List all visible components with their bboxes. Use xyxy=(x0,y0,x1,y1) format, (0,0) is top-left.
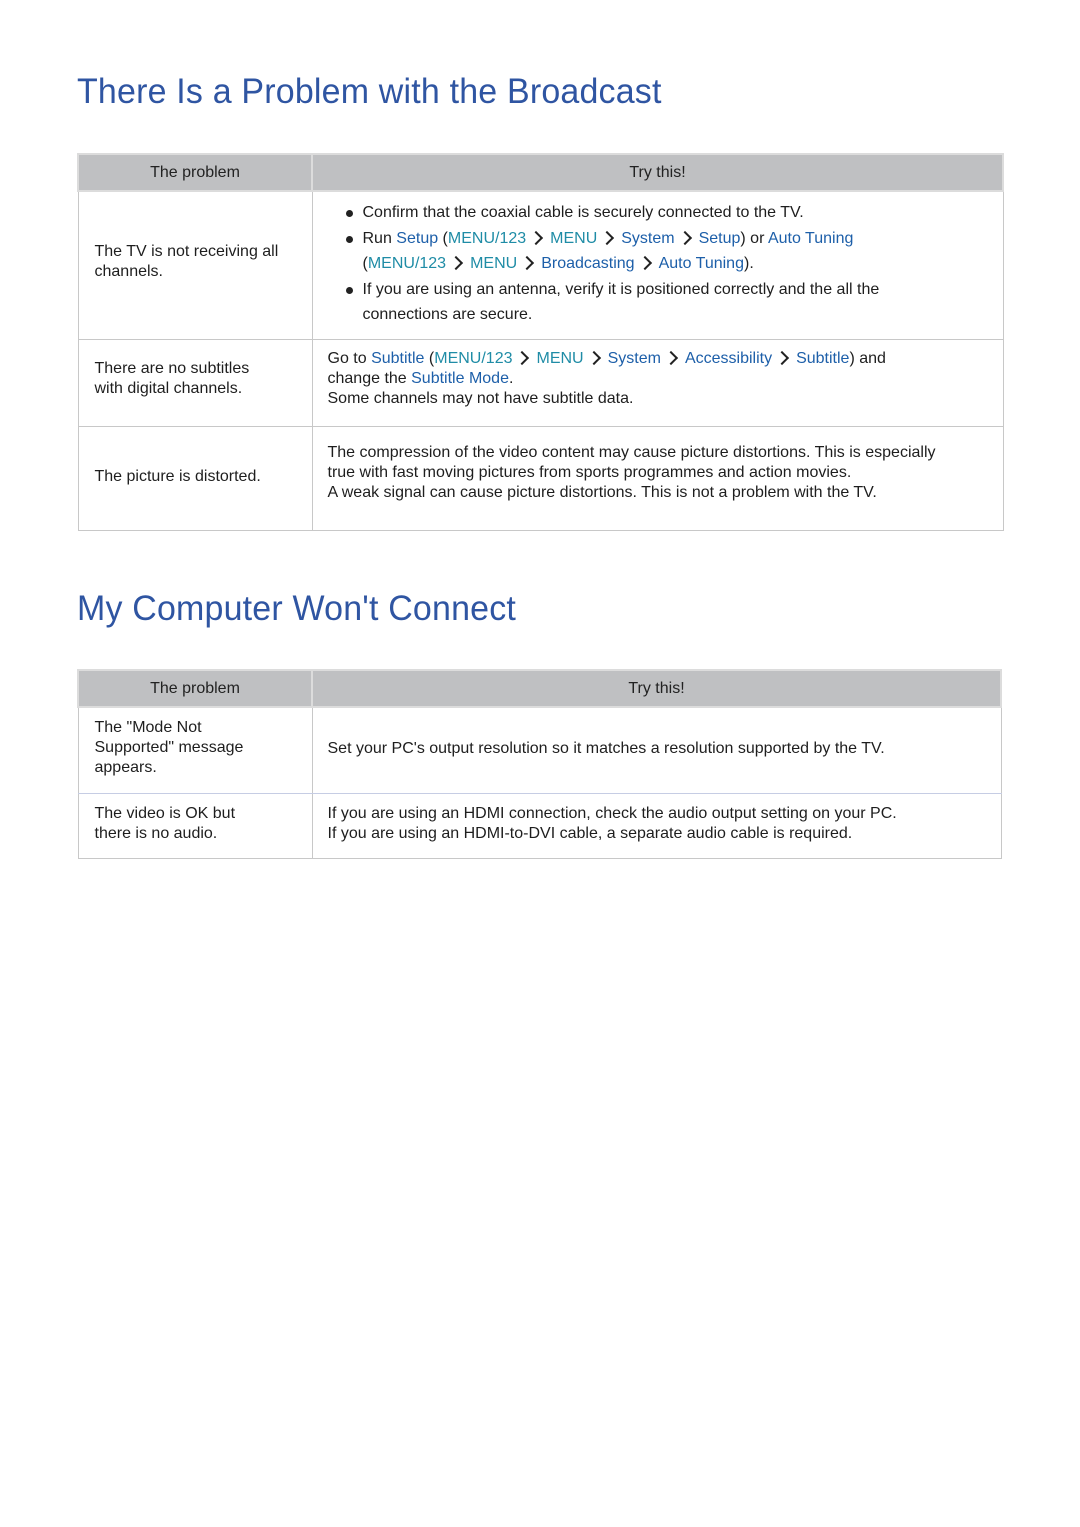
link-menu-123[interactable]: MENU/123 xyxy=(448,230,526,247)
link-menu[interactable]: MENU xyxy=(550,230,597,247)
text: Run xyxy=(362,229,397,247)
solution-text: The compression of the video content may… xyxy=(327,444,936,481)
link-broadcasting[interactable]: Broadcasting xyxy=(541,255,634,272)
text: ). xyxy=(743,255,754,272)
solution-text: Some channels may not have subtitle data… xyxy=(327,389,634,407)
link-menu[interactable]: MENU xyxy=(536,350,583,367)
link-subtitle[interactable]: Subtitle xyxy=(796,350,849,367)
link-auto-tuning[interactable]: Auto Tuning xyxy=(659,255,744,272)
text: . xyxy=(508,369,514,387)
table-row: The "Mode Not Supported" message appears… xyxy=(77,706,1002,794)
link-setup[interactable]: Setup xyxy=(699,230,741,247)
section-title-broadcast: There Is a Problem with the Broadcast xyxy=(77,72,662,111)
link-setup[interactable]: Setup xyxy=(396,230,438,247)
solution-cell: Confirm that the coaxial cable is secure… xyxy=(311,190,1004,340)
list-item: Confirm that the coaxial cable is secure… xyxy=(338,200,989,226)
solution-list: Confirm that the coaxial cable is secure… xyxy=(338,200,989,328)
link-auto-tuning[interactable]: Auto Tuning xyxy=(768,230,853,247)
header-try-this: Try this! xyxy=(311,669,1002,708)
text: ) or xyxy=(740,229,768,247)
problem-cell: There are no subtitles with digital chan… xyxy=(77,338,313,427)
problem-cell: The "Mode Not Supported" message appears… xyxy=(77,706,313,794)
chevron-right-icon xyxy=(449,256,464,271)
problem-cell: The video is OK but there is no audio. xyxy=(77,792,313,859)
chevron-right-icon xyxy=(515,350,530,365)
link-subtitle[interactable]: Subtitle xyxy=(371,350,424,367)
computer-troubleshooting-table: The problem Try this! The "Mode Not Supp… xyxy=(77,669,1002,859)
problem-cell: The picture is distorted. xyxy=(77,425,313,531)
solution-text: If you are using an HDMI-to-DVI cable, a… xyxy=(327,824,853,842)
chevron-right-icon xyxy=(663,350,679,365)
link-accessibility[interactable]: Accessibility xyxy=(685,350,772,367)
link-system[interactable]: System xyxy=(608,350,661,367)
table-row: The video is OK but there is no audio. I… xyxy=(77,792,1002,859)
chevron-right-icon xyxy=(586,350,601,365)
text: ( xyxy=(424,349,435,367)
chevron-right-icon xyxy=(677,230,692,245)
chevron-right-icon xyxy=(529,230,544,245)
solution-text: If you are using an HDMI connection, che… xyxy=(327,804,897,822)
header-try-this: Try this! xyxy=(311,153,1004,192)
table-row: The TV is not receiving all channels. Co… xyxy=(77,190,1004,340)
list-item: If you are using an antenna, verify it i… xyxy=(338,277,989,328)
solution-cell: Set your PC's output resolution so it ma… xyxy=(311,706,1002,794)
link-subtitle-mode[interactable]: Subtitle Mode xyxy=(411,370,509,387)
section-title-computer: My Computer Won't Connect xyxy=(77,589,517,628)
link-menu-123[interactable]: MENU/123 xyxy=(434,350,512,367)
solution-text: A weak signal can cause picture distorti… xyxy=(327,484,877,501)
list-item: Run Setup (MENU/123 MENU System Setup) or A… xyxy=(338,226,989,277)
chevron-right-icon xyxy=(520,256,535,271)
table-header-row: The problem Try this! xyxy=(77,669,1002,708)
header-problem: The problem xyxy=(77,153,313,192)
chevron-right-icon xyxy=(600,230,615,245)
link-menu-123[interactable]: MENU/123 xyxy=(368,255,446,272)
text: Go to xyxy=(327,349,372,367)
table-row: The picture is distorted. The compressio… xyxy=(77,425,1004,531)
text: change the xyxy=(327,369,412,387)
solution-text: Go to Subtitle (MENU/123 MENU System Access… xyxy=(328,349,989,389)
header-problem: The problem xyxy=(77,669,313,708)
link-system[interactable]: System xyxy=(621,230,674,247)
chevron-right-icon xyxy=(775,350,790,365)
solution-cell: The compression of the video content may… xyxy=(311,425,1004,531)
solution-cell: If you are using an HDMI connection, che… xyxy=(311,792,1002,859)
table-row: There are no subtitles with digital chan… xyxy=(77,338,1004,427)
chevron-right-icon xyxy=(637,256,652,271)
solution-cell: Go to Subtitle (MENU/123 MENU System Access… xyxy=(311,338,1004,427)
broadcast-troubleshooting-table: The problem Try this! The TV is not rece… xyxy=(77,153,1004,531)
problem-cell: The TV is not receiving all channels. xyxy=(77,190,313,340)
text: ( xyxy=(438,229,448,247)
link-menu[interactable]: MENU xyxy=(470,255,517,272)
table-header-row: The problem Try this! xyxy=(77,153,1004,192)
text: ) and xyxy=(849,349,886,367)
